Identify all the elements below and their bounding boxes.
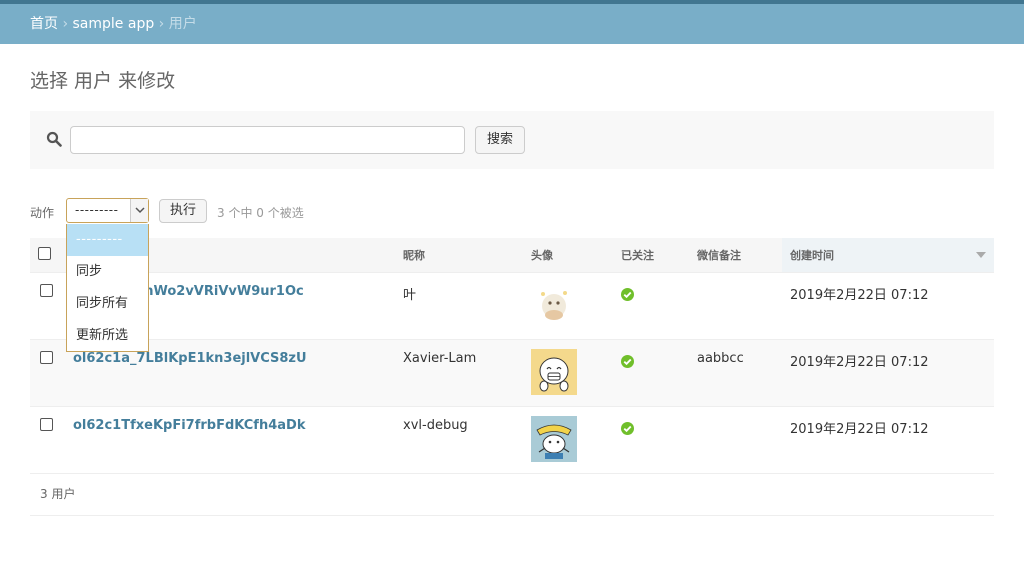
action-dropdown-menu: --------- 同步 同步所有 更新所选: [66, 224, 149, 352]
check-circle-icon: [621, 421, 634, 435]
check-circle-icon: [621, 287, 634, 301]
remark-cell: [689, 406, 782, 474]
column-header-nickname[interactable]: 昵称: [395, 238, 523, 273]
sort-desc-icon[interactable]: [976, 251, 986, 258]
action-select-value: ---------: [75, 203, 119, 217]
created-cell: 2019年2月22日 07:12: [782, 272, 994, 340]
table-row: ol62c1TfxeKpFi7frbFdKCfh4aDk xvl-debug 2…: [30, 406, 994, 474]
action-label: 动作: [30, 206, 55, 220]
check-circle-icon: [621, 354, 634, 368]
avatar: [531, 348, 577, 395]
action-bar: 动作 --------- 执行 3 个中 0 个被选: [30, 198, 430, 224]
action-option-sync-all[interactable]: 同步所有: [67, 288, 148, 320]
nickname-cell: Xavier-Lam: [395, 339, 523, 407]
run-action-button[interactable]: 执行: [159, 199, 207, 223]
column-header-remark[interactable]: 微信备注: [689, 238, 782, 273]
search-icon: [46, 131, 62, 147]
remark-cell: [689, 272, 782, 340]
search-input[interactable]: [70, 126, 465, 154]
results-table: 昵称 头像 已关注 微信备注 创建时间 ol62c1a_chWo2vVRiVvW…: [30, 238, 994, 474]
remark-cell: aabbcc: [689, 339, 782, 407]
action-option-update-selected[interactable]: 更新所选: [67, 320, 148, 352]
breadcrumb-separator: ›: [158, 16, 165, 32]
column-header-created-label: 创建时间: [790, 248, 834, 262]
column-header-subscribed[interactable]: 已关注: [613, 238, 689, 273]
select-all-cell: [30, 238, 65, 273]
search-button[interactable]: 搜索: [475, 126, 525, 154]
row-checkbox[interactable]: [40, 283, 53, 297]
table-header-row: 昵称 头像 已关注 微信备注 创建时间: [30, 238, 994, 273]
search-toolbar: 搜索: [30, 111, 994, 169]
action-select[interactable]: ---------: [66, 198, 149, 223]
row-checkbox[interactable]: [40, 417, 53, 431]
breadcrumb-home[interactable]: 首页: [30, 16, 58, 32]
selection-counter: 3 个中 0 个被选: [217, 206, 304, 220]
column-header-avatar: 头像: [523, 238, 613, 273]
openid-link[interactable]: ol62c1TfxeKpFi7frbFdKCfh4aDk: [73, 418, 305, 433]
openid-link[interactable]: ol62c1a_7LBlKpE1kn3ejlVCS8zU: [73, 351, 307, 366]
nickname-cell: 叶: [395, 272, 523, 340]
breadcrumb: 首页 › sample app › 用户: [0, 4, 1024, 44]
avatar: [531, 415, 577, 462]
page-title: 选择 用户 来修改: [30, 70, 176, 92]
avatar: [531, 281, 577, 328]
paginator: 3 用户: [30, 472, 994, 516]
table-row: ol62c1a_chWo2vVRiVvW9ur1Oc 叶 2019年2月22日: [30, 272, 994, 340]
nickname-cell: xvl-debug: [395, 406, 523, 474]
created-cell: 2019年2月22日 07:12: [782, 406, 994, 474]
row-checkbox[interactable]: [40, 350, 53, 364]
action-option-none[interactable]: ---------: [67, 224, 148, 256]
select-all-checkbox[interactable]: [38, 246, 51, 260]
created-cell: 2019年2月22日 07:12: [782, 339, 994, 407]
action-option-sync[interactable]: 同步: [67, 256, 148, 288]
breadcrumb-separator: ›: [62, 16, 69, 32]
table-row: ol62c1a_7LBlKpE1kn3ejlVCS8zU Xavier-Lam: [30, 339, 994, 407]
chevron-down-icon: [130, 199, 148, 222]
breadcrumb-app[interactable]: sample app: [73, 16, 155, 32]
breadcrumb-current: 用户: [168, 16, 197, 32]
column-header-created[interactable]: 创建时间: [782, 238, 994, 273]
